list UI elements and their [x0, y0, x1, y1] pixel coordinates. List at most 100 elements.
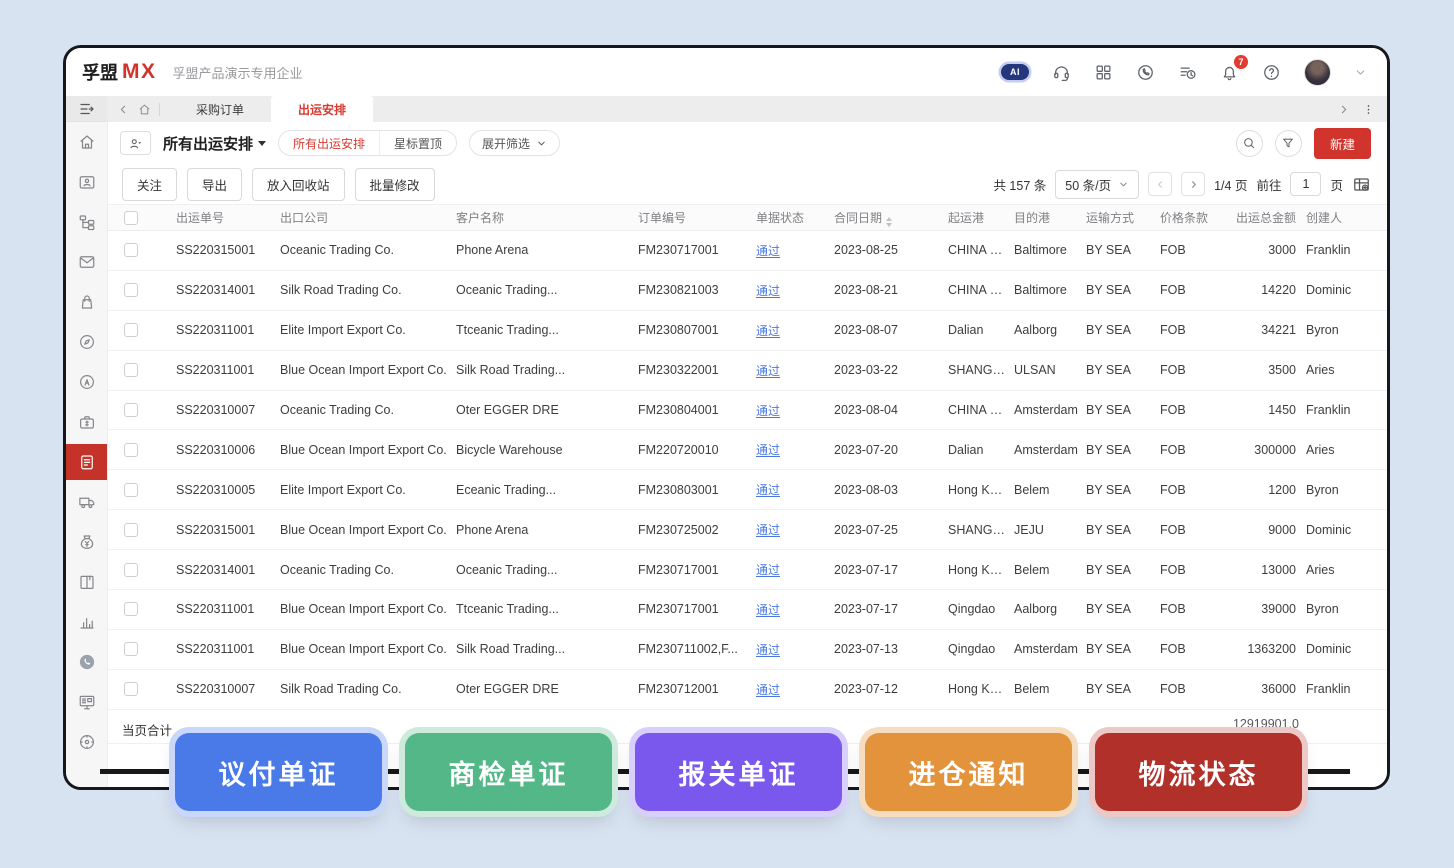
whatsapp-icon[interactable]: [1136, 63, 1155, 82]
view-segment-1[interactable]: 星标置顶: [379, 131, 456, 155]
status-link[interactable]: 通过: [756, 683, 780, 697]
column-settings-icon[interactable]: [1352, 175, 1371, 194]
sidebar-item-truck[interactable]: [66, 482, 107, 522]
column-header-transport[interactable]: 运输方式: [1086, 209, 1160, 226]
prev-page-button[interactable]: [1148, 172, 1172, 196]
home-tab-icon[interactable]: [138, 103, 151, 116]
toolbar-button-导出[interactable]: 导出: [187, 168, 242, 201]
column-header-from[interactable]: 起运港: [948, 209, 1014, 226]
sidebar-item-briefcase-dollar[interactable]: [66, 402, 107, 442]
status-link[interactable]: 通过: [756, 643, 780, 657]
sidebar-item-money-bag[interactable]: [66, 522, 107, 562]
row-checkbox[interactable]: [124, 403, 138, 417]
ai-assistant-badge[interactable]: AI: [1001, 64, 1029, 80]
row-checkbox[interactable]: [124, 443, 138, 457]
table-row[interactable]: SS220315001Oceanic Trading Co.Phone Aren…: [108, 231, 1387, 271]
status-link[interactable]: 通过: [756, 284, 780, 298]
sidebar-item-collapse-menu[interactable]: [66, 96, 107, 122]
goto-page-input[interactable]: [1290, 172, 1321, 196]
column-header-date[interactable]: 合同日期: [834, 209, 948, 227]
table-row[interactable]: SS220311001Blue Ocean Import Export Co.S…: [108, 630, 1387, 670]
sidebar-item-compass[interactable]: [66, 322, 107, 362]
column-header-id[interactable]: 出运单号: [176, 209, 280, 226]
status-link[interactable]: 通过: [756, 483, 780, 497]
column-header-exporter[interactable]: 出口公司: [280, 209, 456, 226]
sidebar-item-org-structure[interactable]: [66, 202, 107, 242]
create-button[interactable]: 新建: [1314, 128, 1371, 159]
status-link[interactable]: 通过: [756, 364, 780, 378]
table-row[interactable]: SS220310005Elite Import Export Co.Eceani…: [108, 470, 1387, 510]
chevron-down-icon[interactable]: [1354, 66, 1367, 79]
sidebar-item-monitor[interactable]: [66, 682, 107, 722]
column-header-order[interactable]: 订单编号: [638, 209, 756, 226]
column-header-amount[interactable]: 出运总金额: [1234, 209, 1298, 226]
tab-1[interactable]: 出运安排: [271, 96, 373, 122]
table-row[interactable]: SS220310007Oceanic Trading Co.Oter EGGER…: [108, 391, 1387, 431]
view-selector[interactable]: 所有出运安排: [163, 133, 266, 154]
column-header-status[interactable]: 单据状态: [756, 209, 834, 226]
status-link[interactable]: 通过: [756, 523, 780, 537]
sidebar-item-bar-chart[interactable]: [66, 602, 107, 642]
sort-icon[interactable]: [886, 217, 892, 227]
tab-scroll-right-icon[interactable]: [1337, 103, 1350, 116]
status-link[interactable]: 通过: [756, 404, 780, 418]
tab-kebab-menu-icon[interactable]: [1362, 103, 1375, 116]
toolbar-button-批量修改[interactable]: 批量修改: [355, 168, 435, 201]
sidebar-item-contact-card[interactable]: [66, 162, 107, 202]
notification-bell-button[interactable]: 7: [1220, 63, 1239, 82]
help-icon[interactable]: [1262, 63, 1281, 82]
search-button[interactable]: [1236, 130, 1263, 157]
table-row[interactable]: SS220314001Silk Road Trading Co.Oceanic …: [108, 271, 1387, 311]
row-checkbox[interactable]: [124, 283, 138, 297]
sidebar-item-mail[interactable]: [66, 242, 107, 282]
sidebar-item-shopping-bag[interactable]: [66, 282, 107, 322]
sidebar-item-whatsapp-filled[interactable]: [66, 642, 107, 682]
tab-0[interactable]: 采购订单: [169, 96, 271, 122]
table-row[interactable]: SS220310007Silk Road Trading Co.Oter EGG…: [108, 670, 1387, 710]
table-row[interactable]: SS220311001Elite Import Export Co.Ttcean…: [108, 311, 1387, 351]
expand-filter-button[interactable]: 展开筛选: [469, 130, 560, 156]
row-checkbox[interactable]: [124, 602, 138, 616]
toolbar-button-放入回收站[interactable]: 放入回收站: [252, 168, 345, 201]
row-checkbox[interactable]: [124, 323, 138, 337]
status-link[interactable]: 通过: [756, 324, 780, 338]
row-checkbox[interactable]: [124, 483, 138, 497]
filter-funnel-button[interactable]: [1275, 130, 1302, 157]
status-link[interactable]: 通过: [756, 563, 780, 577]
status-link[interactable]: 通过: [756, 443, 780, 457]
column-header-terms[interactable]: 价格条款: [1160, 209, 1234, 226]
status-link[interactable]: 通过: [756, 603, 780, 617]
task-list-icon[interactable]: [1178, 63, 1197, 82]
table-row[interactable]: SS220311001Blue Ocean Import Export Co.T…: [108, 590, 1387, 630]
flow-button-进仓通知[interactable]: 进仓通知: [865, 733, 1072, 811]
view-segment-0[interactable]: 所有出运安排: [279, 131, 379, 155]
toolbar-button-关注[interactable]: 关注: [122, 168, 177, 201]
table-row[interactable]: SS220314001Oceanic Trading Co.Oceanic Tr…: [108, 550, 1387, 590]
row-checkbox[interactable]: [124, 682, 138, 696]
row-checkbox[interactable]: [124, 363, 138, 377]
status-link[interactable]: 通过: [756, 244, 780, 258]
sidebar-item-notebook[interactable]: [66, 562, 107, 602]
select-all-checkbox[interactable]: [124, 211, 138, 225]
sidebar-item-settings-gear[interactable]: [66, 722, 107, 762]
sidebar-item-shipping-doc[interactable]: [66, 444, 107, 480]
sidebar-item-home[interactable]: [66, 122, 107, 162]
row-checkbox[interactable]: [124, 642, 138, 656]
flow-button-报关单证[interactable]: 报关单证: [635, 733, 842, 811]
headset-icon[interactable]: [1052, 63, 1071, 82]
sidebar-item-letter-a-circle[interactable]: [66, 362, 107, 402]
column-header-creator[interactable]: 创建人: [1298, 209, 1387, 226]
page-size-select[interactable]: 50 条/页: [1055, 170, 1139, 199]
apps-grid-icon[interactable]: [1094, 63, 1113, 82]
next-page-button[interactable]: [1181, 172, 1205, 196]
user-filter-button[interactable]: [120, 131, 151, 155]
flow-button-议付单证[interactable]: 议付单证: [175, 733, 382, 811]
column-header-to[interactable]: 目的港: [1014, 209, 1086, 226]
table-row[interactable]: SS220315001Blue Ocean Import Export Co.P…: [108, 510, 1387, 550]
table-row[interactable]: SS220310006Blue Ocean Import Export Co.B…: [108, 430, 1387, 470]
row-checkbox[interactable]: [124, 523, 138, 537]
user-avatar[interactable]: [1304, 59, 1331, 86]
column-header-customer[interactable]: 客户名称: [456, 209, 638, 226]
row-checkbox[interactable]: [124, 243, 138, 257]
back-chevron-icon[interactable]: [117, 103, 130, 116]
